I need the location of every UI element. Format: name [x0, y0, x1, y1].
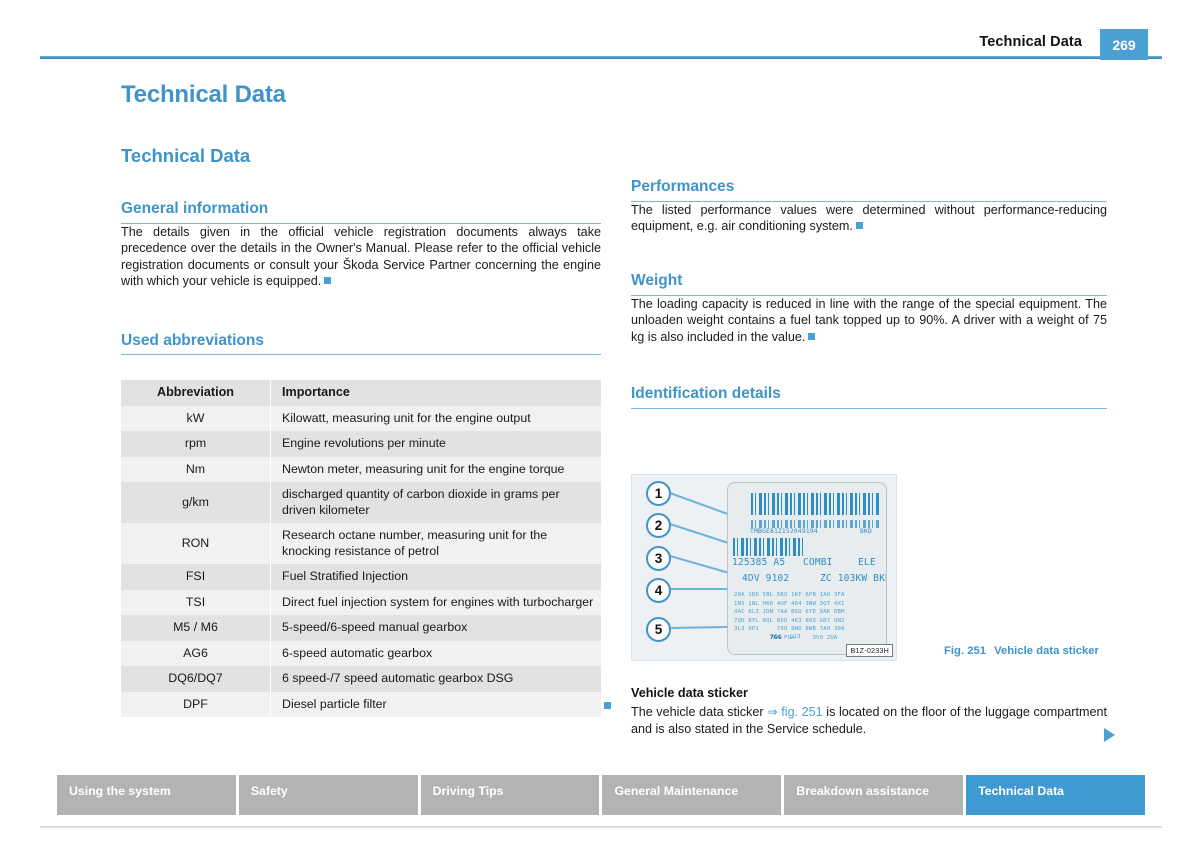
table-row: FSI Fuel Stratified Injection: [121, 564, 601, 590]
heading-vehicle-data-sticker: Vehicle data sticker: [631, 686, 748, 700]
cell-abbreviation: g/km: [121, 482, 271, 524]
sticker-highlight-code: 7GG: [770, 634, 782, 641]
left-column: Technical Data Technical Data General in…: [121, 81, 601, 718]
identification-details-block: Identification details: [631, 385, 1107, 409]
cell-importance: 6 speed-/7 speed automatic gearbox DSG: [270, 666, 601, 692]
table-header-row: Abbreviation Importance: [121, 380, 601, 406]
cell-abbreviation: RON: [121, 523, 271, 565]
heading-general-information: General information: [121, 200, 601, 224]
cell-importance: discharged quantity of carbon dioxide in…: [270, 482, 601, 524]
figure-caption: Fig. 251 Vehicle data sticker: [944, 645, 1099, 657]
cell-importance: 6-speed automatic gearbox: [270, 640, 601, 667]
page-title: Technical Data: [121, 81, 286, 108]
sticker-description-block: Vehicle data sticker The vehicle data st…: [631, 686, 1107, 737]
table-row: kW Kilowatt, measuring unit for the engi…: [121, 405, 601, 432]
sticker-body-type: COMBI: [803, 557, 833, 568]
table-row: RON Research octane number, measuring un…: [121, 523, 601, 565]
cell-abbreviation: Nm: [121, 456, 271, 483]
sticker-model-code: 125385 A5: [732, 557, 786, 568]
end-of-section-marker-icon: [324, 277, 332, 285]
sticker-trim: ELE: [858, 557, 876, 568]
cell-importance: Kilowatt, measuring unit for the engine …: [270, 405, 601, 432]
continue-arrow-icon: [1104, 728, 1115, 742]
end-of-section-marker-icon: [855, 222, 863, 230]
nav-tab-driving-tips[interactable]: Driving Tips: [420, 775, 600, 815]
figure-caption-text: Vehicle data sticker: [994, 645, 1099, 657]
used-abbreviations-block: Used abbreviations Abbreviation Importan…: [121, 332, 601, 718]
nav-tab-safety[interactable]: Safety: [238, 775, 418, 815]
general-information-block: General information The details given in…: [121, 200, 601, 290]
callout-1: 1: [646, 481, 671, 506]
cell-abbreviation: kW: [121, 405, 271, 432]
cell-abbreviation: rpm: [121, 431, 271, 457]
table-row: AG6 6-speed automatic gearbox: [121, 640, 601, 667]
table-end-marker-icon: [604, 702, 611, 709]
sticker-vin: TMBGE81Z152049194: [750, 528, 818, 535]
weight-block: Weight The loading capacity is reduced i…: [631, 272, 1107, 345]
paragraph-vehicle-data-sticker: The vehicle data sticker ⇒ fig. 251 is l…: [631, 704, 1107, 737]
barcode-icon: [751, 493, 879, 515]
page-content: Technical Data Technical Data General in…: [0, 0, 1200, 841]
figure-vehicle-data-sticker: 1 2 3 4 5 TMBGE81Z152049194 BKD 125385 A…: [631, 474, 897, 661]
sticker-paint-code: 4DV 9102: [742, 573, 790, 584]
cell-importance: Engine revolutions per minute: [270, 431, 601, 457]
barcode-icon: [751, 520, 879, 528]
heading-performances: Performances: [631, 178, 1107, 202]
nav-tab-using-the-system[interactable]: Using the system: [57, 775, 236, 815]
barcode-icon: [733, 538, 805, 556]
paragraph-weight-text: The loading capacity is reduced in line …: [631, 296, 1107, 344]
cell-importance: Research octane number, measuring unit f…: [270, 523, 601, 565]
cell-abbreviation: DPF: [121, 691, 271, 718]
heading-identification-details: Identification details: [631, 385, 1107, 409]
cell-abbreviation: AG6: [121, 640, 271, 667]
end-of-section-marker-icon: [808, 332, 816, 340]
paragraph-weight: The loading capacity is reduced in line …: [631, 296, 1107, 346]
sticker-engine-power: ZC 103KW BKD: [820, 573, 887, 584]
column-header-abbreviation: Abbreviation: [121, 380, 271, 406]
sticker-vin-suffix: BKD: [860, 528, 872, 535]
cell-importance: Newton meter, measuring unit for the eng…: [270, 456, 601, 483]
cell-importance: Direct fuel injection system for engines…: [270, 589, 601, 616]
cell-importance: 5-speed/6-speed manual gearbox: [270, 615, 601, 641]
table-row: M5 / M6 5-speed/6-speed manual gearbox: [121, 615, 601, 641]
table-row: rpm Engine revolutions per minute: [121, 431, 601, 457]
paragraph-performances: The listed performance values were deter…: [631, 202, 1107, 235]
table-row: TSI Direct fuel injection system for eng…: [121, 589, 601, 616]
figure-image-code: B1Z-0233H: [846, 644, 893, 657]
table-row: DPF Diesel particle filter: [121, 691, 601, 718]
table-row: DQ6/DQ7 6 speed-/7 speed automatic gearb…: [121, 666, 601, 692]
cross-reference-link[interactable]: ⇒ fig. 251: [767, 705, 823, 719]
paragraph-general-information: The details given in the official vehicl…: [121, 224, 601, 290]
heading-weight: Weight: [631, 272, 1107, 296]
nav-tab-technical-data[interactable]: Technical Data: [966, 775, 1145, 815]
cell-abbreviation: DQ6/DQ7: [121, 666, 271, 692]
vehicle-data-sticker-image: TMBGE81Z152049194 BKD 125385 A5 COMBI EL…: [727, 482, 887, 655]
paragraph-performances-text: The listed performance values were deter…: [631, 202, 1107, 234]
heading-used-abbreviations: Used abbreviations: [121, 332, 601, 356]
bottom-navigation: Using the system Safety Driving Tips Gen…: [57, 775, 1145, 815]
cell-importance: Diesel particle filter: [270, 691, 601, 718]
section-title: Technical Data: [121, 145, 251, 167]
sticker-highlight-rest: L13: [790, 634, 801, 640]
bottom-rule: [40, 826, 1162, 828]
nav-tab-general-maintenance[interactable]: General Maintenance: [602, 775, 782, 815]
right-column: Performances The listed performance valu…: [631, 178, 1107, 409]
figure-caption-number: Fig. 251: [944, 645, 987, 657]
table-row: g/km discharged quantity of carbon dioxi…: [121, 482, 601, 524]
cell-abbreviation: M5 / M6: [121, 615, 271, 641]
cell-abbreviation: TSI: [121, 589, 271, 616]
column-header-importance: Importance: [270, 380, 601, 406]
nav-tab-breakdown-assistance[interactable]: Breakdown assistance: [784, 775, 964, 815]
abbreviations-table: Abbreviation Importance kW Kilowatt, mea…: [121, 380, 601, 718]
callout-3: 3: [646, 546, 671, 571]
sticker-text-before: The vehicle data sticker: [631, 705, 768, 719]
callout-5: 5: [646, 617, 671, 642]
cell-abbreviation: FSI: [121, 564, 271, 590]
callout-4: 4: [646, 578, 671, 603]
performances-block: Performances The listed performance valu…: [631, 178, 1107, 235]
callout-2: 2: [646, 513, 671, 538]
paragraph-general-information-text: The details given in the official vehicl…: [121, 224, 601, 289]
cell-importance: Fuel Stratified Injection: [270, 564, 601, 590]
table-row: Nm Newton meter, measuring unit for the …: [121, 456, 601, 483]
